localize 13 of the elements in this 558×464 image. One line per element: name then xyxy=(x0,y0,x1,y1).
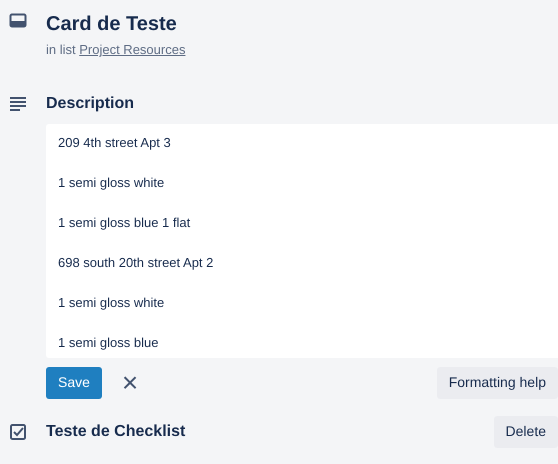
save-button[interactable]: Save xyxy=(46,366,102,398)
description-icon xyxy=(9,94,27,112)
list-caption: in list Project Resources xyxy=(46,41,186,59)
formatting-help-button[interactable]: Formatting help xyxy=(436,366,558,398)
card-title: Card de Teste xyxy=(46,12,178,36)
description-heading: Description xyxy=(46,94,134,114)
checkbox-icon xyxy=(9,422,27,440)
list-link[interactable]: Project Resources xyxy=(79,42,186,57)
description-field[interactable]: 209 4th street Apt 3 1 semi gloss white 1 semi gloss blue 1 flat 698 south 20th street Apt 2 1 semi gloss white 1 semi gloss blue xyxy=(46,124,558,358)
checklist-title: Teste de Checklist xyxy=(46,422,186,442)
card-icon xyxy=(9,12,27,30)
close-button[interactable]: × xyxy=(118,368,142,396)
delete-button[interactable]: Delete xyxy=(494,416,558,448)
